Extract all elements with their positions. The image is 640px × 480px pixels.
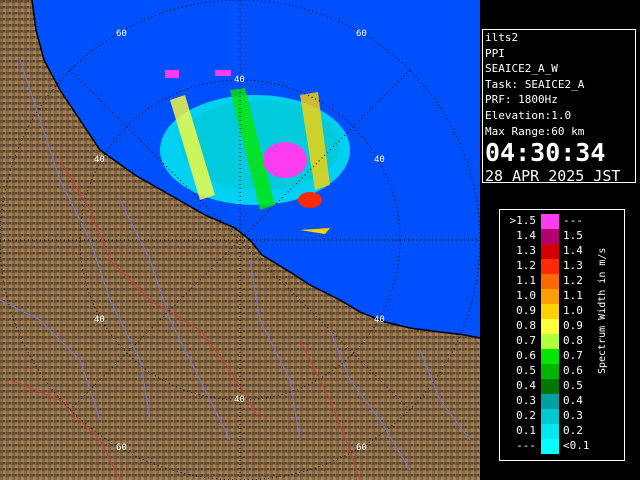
range-label-60-top-right: 60 bbox=[356, 29, 367, 39]
legend-row: --- <0.1 bbox=[516, 439, 590, 454]
legend-swatch bbox=[541, 439, 559, 454]
legend-swatch bbox=[541, 409, 559, 424]
legend-swatch bbox=[541, 334, 559, 349]
elevation-value: Elevation:1.0 bbox=[485, 108, 572, 122]
max-range-value: Max Range:60 km bbox=[485, 124, 585, 138]
range-label-40-right-bottom: 40 bbox=[374, 315, 385, 325]
legend-swatch bbox=[541, 364, 559, 379]
prf-value: PRF: 1800Hz bbox=[485, 93, 558, 107]
scan-mode: PPI bbox=[485, 46, 505, 60]
scan-date: 28 APR 2025 JST bbox=[485, 167, 621, 186]
range-label-40-left: 40 bbox=[94, 155, 105, 165]
legend-swatch bbox=[541, 229, 559, 244]
range-label-40-left-bottom: 40 bbox=[94, 315, 105, 325]
legend-swatch bbox=[541, 349, 559, 364]
radar-info-panel: ilts2 PPI SEAICE2_A_W Task: SEAICE2_A PR… bbox=[482, 29, 636, 186]
task-name: Task: SEAICE2_A bbox=[485, 77, 585, 91]
legend-swatch bbox=[541, 244, 559, 259]
legend-swatch bbox=[541, 259, 559, 274]
range-label-60-top-left: 60 bbox=[116, 29, 127, 39]
station-name: ilts2 bbox=[485, 31, 519, 44]
range-label-40-top: 40 bbox=[234, 75, 245, 85]
legend-swatch bbox=[541, 274, 559, 289]
legend-swatch bbox=[541, 319, 559, 334]
scan-name: SEAICE2_A_W bbox=[485, 62, 558, 76]
range-label-60-bottom-right: 60 bbox=[356, 443, 367, 453]
radar-ppi-view[interactable]: 60 60 40 40 40 40 40 40 60 60 bbox=[0, 0, 480, 480]
legend-swatch bbox=[541, 304, 559, 319]
legend-swatch bbox=[541, 394, 559, 409]
legend-swatch bbox=[541, 289, 559, 304]
legend-swatch bbox=[541, 424, 559, 439]
range-label-40-right: 40 bbox=[374, 155, 385, 165]
legend-unit-label: Spectrum Width in m/s bbox=[597, 247, 608, 374]
range-label-40-bottom: 40 bbox=[234, 395, 245, 405]
range-label-60-bottom-left: 60 bbox=[116, 443, 127, 453]
legend-swatch bbox=[541, 214, 559, 229]
legend-row: 0.1 0.2 bbox=[516, 424, 583, 439]
scan-time: 04:30:34 bbox=[485, 138, 606, 168]
legend-swatch bbox=[541, 379, 559, 394]
